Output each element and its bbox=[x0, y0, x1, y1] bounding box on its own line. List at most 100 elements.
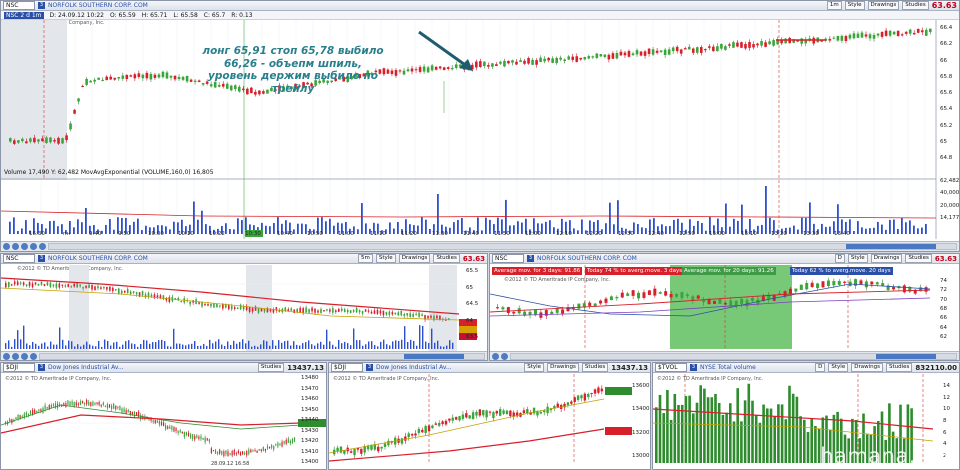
reset-icon[interactable] bbox=[21, 243, 28, 250]
candle bbox=[675, 293, 679, 297]
volume-bar bbox=[254, 345, 256, 349]
candle bbox=[603, 54, 607, 57]
candle bbox=[109, 286, 111, 291]
zoom-out-icon[interactable] bbox=[12, 353, 19, 360]
price-tag bbox=[605, 427, 632, 435]
reset-icon[interactable] bbox=[21, 353, 28, 360]
y-tick-label: 13480 bbox=[301, 375, 319, 381]
candle bbox=[207, 304, 209, 306]
candle bbox=[379, 310, 382, 314]
volume-bar bbox=[49, 221, 51, 234]
volume-bar bbox=[45, 228, 47, 234]
scroll-thumb[interactable] bbox=[876, 354, 936, 359]
candle bbox=[196, 435, 198, 438]
candle bbox=[723, 302, 727, 305]
main-price-chart[interactable] bbox=[1, 1, 959, 252]
candle bbox=[485, 410, 488, 418]
volume-bar bbox=[371, 341, 373, 349]
pan-left-icon[interactable] bbox=[30, 243, 37, 250]
candle bbox=[61, 138, 64, 144]
volume-bar bbox=[44, 342, 46, 349]
mid-left-chart[interactable] bbox=[1, 254, 488, 361]
candle bbox=[892, 287, 896, 290]
mid-left-scrollbar[interactable] bbox=[1, 351, 487, 360]
candle bbox=[434, 423, 438, 425]
candle bbox=[27, 414, 30, 416]
scroll-track[interactable] bbox=[48, 243, 957, 250]
candle bbox=[402, 70, 406, 75]
today-pct-3d-label: Today 74 % to averg.move. 3 days bbox=[585, 267, 685, 275]
volume-bar bbox=[165, 226, 167, 234]
candle bbox=[152, 420, 154, 423]
candle bbox=[40, 408, 42, 412]
y-tick-label: 74 bbox=[940, 278, 947, 284]
volume-bar bbox=[417, 225, 419, 234]
candle bbox=[543, 58, 546, 62]
volume-tick-label: 40,000 bbox=[940, 190, 960, 197]
candle bbox=[135, 292, 138, 295]
main-scrollbar[interactable] bbox=[1, 241, 959, 251]
candle bbox=[248, 449, 250, 455]
scroll-thumb[interactable] bbox=[404, 354, 464, 359]
zoom-in-icon[interactable] bbox=[492, 353, 499, 360]
zoom-in-icon[interactable] bbox=[3, 353, 10, 360]
dji-daily-pane[interactable]: $DJI 3 Dow Jones Industrial Av... Style … bbox=[328, 362, 651, 470]
zoom-in-icon[interactable] bbox=[3, 243, 10, 250]
scroll-thumb[interactable] bbox=[846, 244, 936, 249]
candle bbox=[364, 309, 367, 312]
candle bbox=[421, 314, 423, 316]
candle bbox=[417, 428, 421, 434]
candle bbox=[627, 50, 631, 57]
candle bbox=[653, 288, 657, 296]
candle bbox=[257, 308, 260, 313]
candle bbox=[336, 447, 339, 452]
pan-left-icon[interactable] bbox=[30, 353, 37, 360]
mid-left-pane[interactable]: NSC 3 NORFOLK SOUTHERN CORP. COM 5m Styl… bbox=[0, 253, 488, 361]
candle bbox=[376, 309, 379, 314]
volume-bar bbox=[329, 218, 331, 234]
candle bbox=[67, 400, 69, 405]
candle bbox=[187, 432, 190, 437]
candle bbox=[103, 286, 105, 289]
candle bbox=[623, 52, 627, 56]
scroll-track[interactable] bbox=[39, 353, 485, 360]
volume-bar bbox=[23, 325, 25, 349]
time-tick-label: 10:22 bbox=[209, 231, 225, 237]
y-tick-label: 64.5 bbox=[466, 301, 479, 307]
candle bbox=[97, 286, 99, 289]
pan-right-icon[interactable] bbox=[39, 243, 46, 250]
dji-intraday-pane[interactable]: $DJI 3 Dow Jones Industrial Av... Studie… bbox=[0, 362, 327, 470]
candle bbox=[242, 306, 245, 310]
candle bbox=[575, 56, 579, 62]
candle bbox=[708, 46, 711, 48]
volume-bar bbox=[116, 341, 118, 349]
candle bbox=[317, 310, 319, 313]
candle bbox=[424, 425, 427, 433]
candle bbox=[631, 53, 635, 56]
volume-bar bbox=[325, 221, 327, 234]
zoom-out-icon[interactable] bbox=[501, 353, 508, 360]
candle bbox=[852, 33, 856, 39]
candle bbox=[659, 50, 663, 53]
candle bbox=[370, 311, 373, 314]
volume-bar bbox=[573, 228, 575, 234]
volume-bar bbox=[395, 340, 397, 349]
candle bbox=[219, 305, 221, 307]
volume-bar bbox=[437, 194, 439, 234]
scroll-track[interactable] bbox=[510, 353, 957, 360]
candle bbox=[810, 282, 814, 288]
volume-bar bbox=[814, 425, 817, 463]
y-tick-label: 66 bbox=[940, 315, 947, 322]
candle bbox=[483, 61, 486, 67]
candle bbox=[573, 397, 576, 402]
annotation-arrow bbox=[418, 30, 469, 69]
mid-right-pane[interactable]: NSC 3 NORFOLK SOUTHERN CORP. COM D Style… bbox=[489, 253, 960, 361]
dji-daily-chart[interactable] bbox=[329, 363, 651, 470]
volume-bar bbox=[143, 339, 145, 349]
main-chart-pane[interactable]: NSC 3 NORFOLK SOUTHERN CORP. COM 1m Styl… bbox=[0, 0, 960, 252]
candle bbox=[112, 287, 114, 292]
dji-intraday-chart[interactable] bbox=[1, 363, 327, 470]
zoom-out-icon[interactable] bbox=[12, 243, 19, 250]
mid-right-scrollbar[interactable] bbox=[490, 351, 959, 360]
candle bbox=[900, 34, 904, 36]
